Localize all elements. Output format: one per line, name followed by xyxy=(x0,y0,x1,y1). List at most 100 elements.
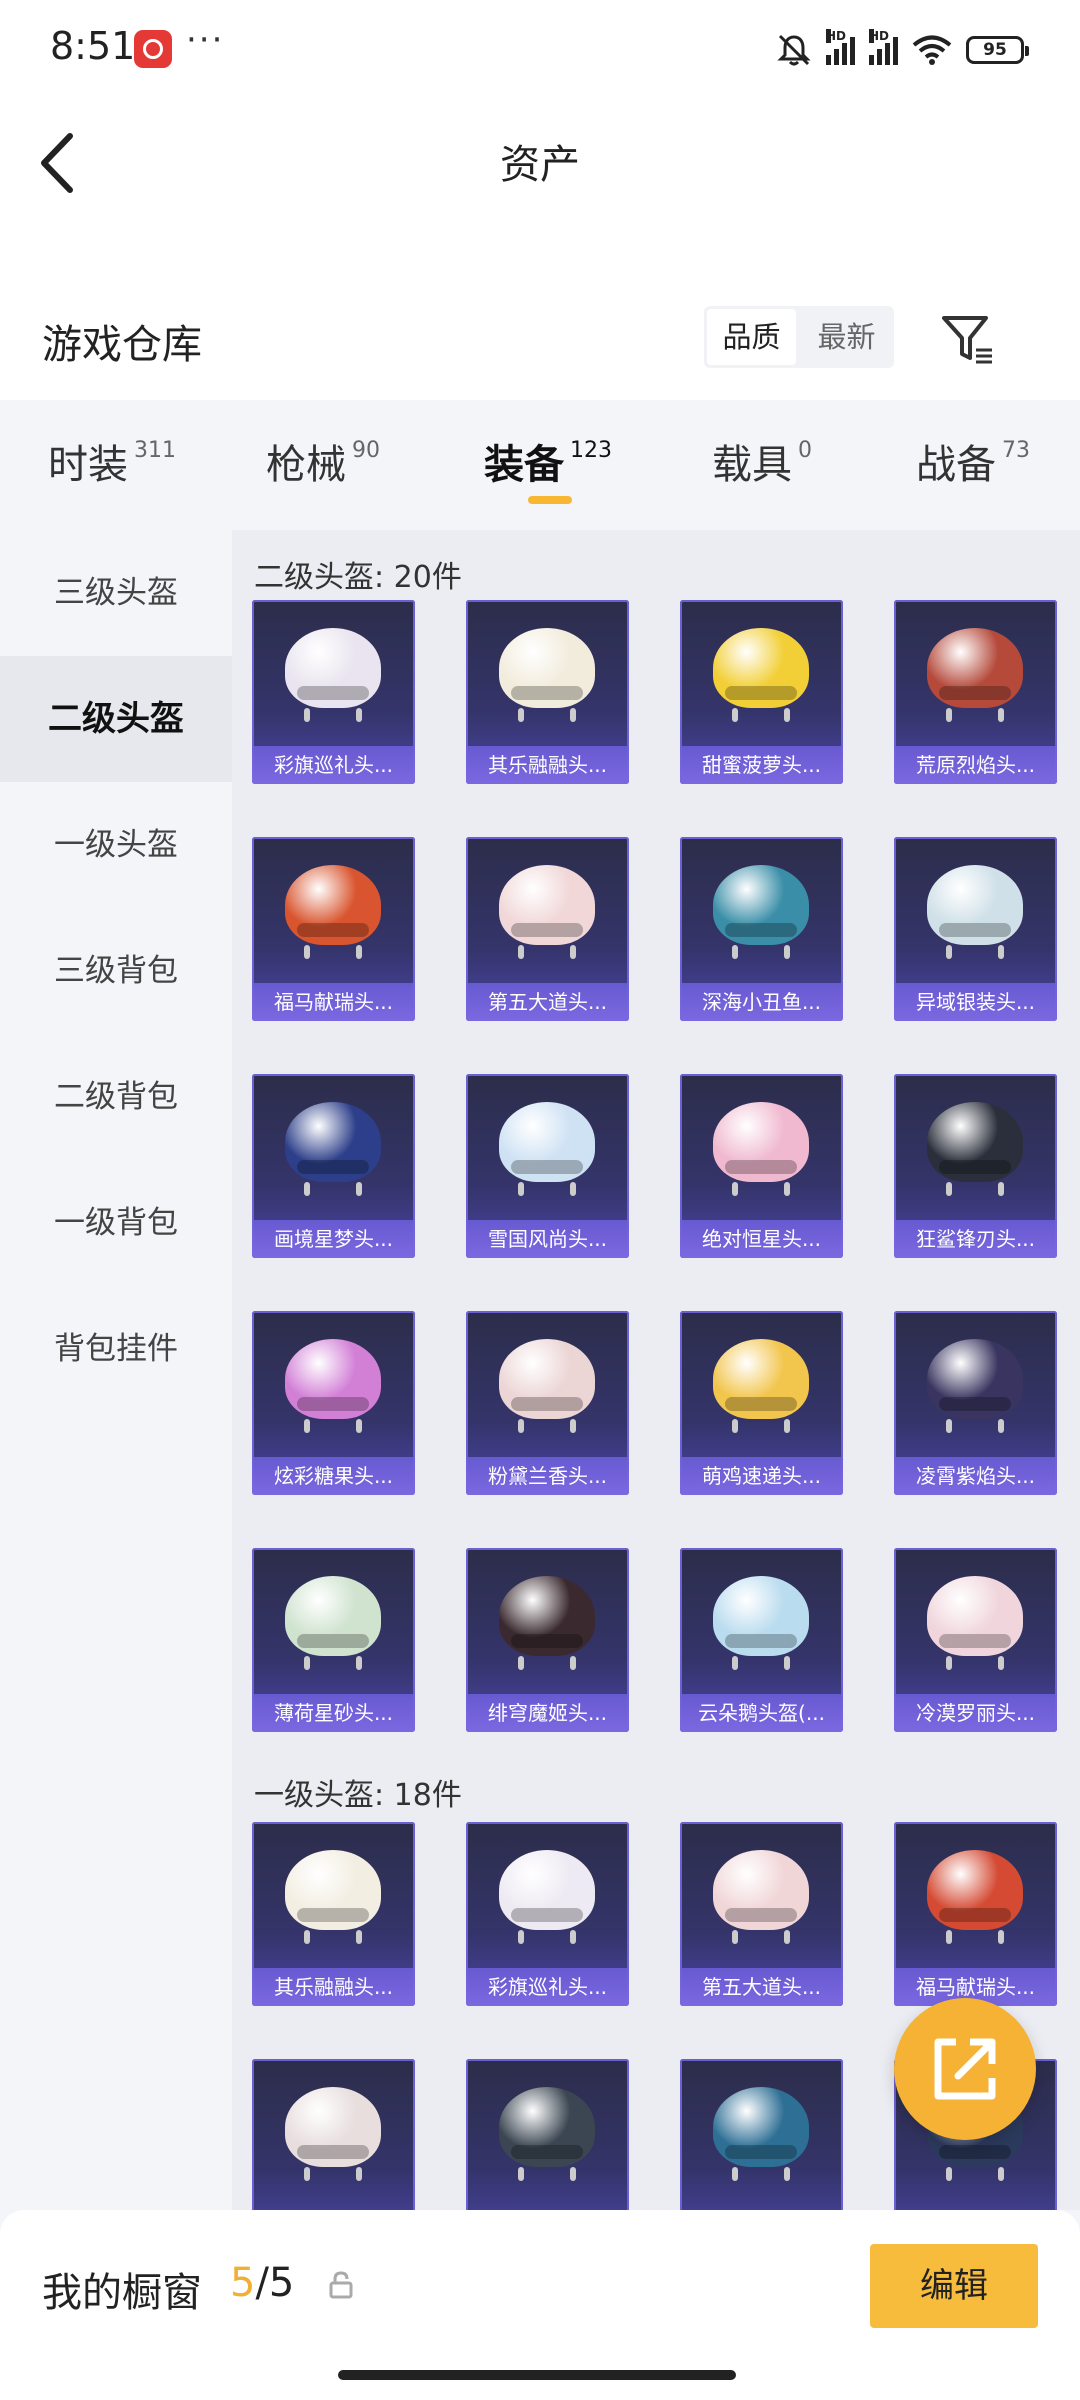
tab-firearms[interactable]: 枪械 90 xyxy=(266,432,380,490)
helmet-strap xyxy=(946,945,952,959)
helmet-strap xyxy=(998,1182,1004,1196)
helmet-visor xyxy=(297,1908,369,1922)
item-card[interactable]: 深海小丑鱼... xyxy=(680,837,843,1021)
item-card-label: 甜蜜菠萝头... xyxy=(680,746,843,784)
share-button[interactable] xyxy=(894,1998,1036,2140)
battery-icon: 95 xyxy=(966,36,1029,64)
item-card[interactable]: 其乐融融头... xyxy=(252,1822,415,2006)
helmet-strap xyxy=(304,945,310,959)
helmet-strap xyxy=(518,2167,524,2181)
helmet-strap xyxy=(356,945,362,959)
item-card[interactable]: 狂鲨锋刃头... xyxy=(894,1074,1057,1258)
tab-supplies[interactable]: 战备 73 xyxy=(916,432,1030,490)
helmet-visor xyxy=(511,923,583,937)
item-card-label: 云朵鹅头盔(... xyxy=(680,1694,843,1732)
item-card-label: 凌霄紫焰头... xyxy=(894,1457,1057,1495)
filter-button[interactable] xyxy=(938,310,998,370)
helmet-strap xyxy=(946,1656,952,1670)
helmet-strap xyxy=(518,1182,524,1196)
helmet-visor xyxy=(297,1160,369,1174)
item-card[interactable]: 第五大道头... xyxy=(680,1822,843,2006)
item-card[interactable] xyxy=(466,2059,629,2210)
item-card[interactable]: 彩旗巡礼头... xyxy=(466,1822,629,2006)
helmet-visor xyxy=(725,1908,797,1922)
helmet-strap xyxy=(304,2167,310,2181)
edit-button[interactable]: 编辑 xyxy=(870,2244,1038,2328)
lock-icon xyxy=(328,2270,354,2300)
helmet-strap xyxy=(356,2167,362,2181)
helmet-strap xyxy=(784,945,790,959)
item-card[interactable]: 绝对恒星头... xyxy=(680,1074,843,1258)
helmet-strap xyxy=(732,1182,738,1196)
helmet-strap xyxy=(946,1419,952,1433)
item-card[interactable]: 福马献瑞头... xyxy=(252,837,415,1021)
helmet-visor xyxy=(939,686,1011,700)
helmet-strap xyxy=(518,945,524,959)
sidebar-item-backpack-charm[interactable]: 背包挂件 xyxy=(0,1286,232,1412)
tab-vehicles[interactable]: 载具 0 xyxy=(712,432,812,490)
item-card[interactable]: 异域银装头... xyxy=(894,837,1057,1021)
home-indicator xyxy=(338,2370,736,2380)
helmet-strap xyxy=(304,1656,310,1670)
helmet-visor xyxy=(511,1908,583,1922)
sort-option-quality[interactable]: 品质 xyxy=(707,309,796,365)
item-card[interactable]: 萌鸡速递头... xyxy=(680,1311,843,1495)
sidebar-item-level1-helmet[interactable]: 一级头盔 xyxy=(0,782,232,908)
item-card[interactable]: 薄荷星砂头... xyxy=(252,1548,415,1732)
sidebar-item-level2-helmet[interactable]: 二级头盔 xyxy=(0,656,232,782)
wifi-icon xyxy=(912,35,952,65)
helmet-visor xyxy=(725,923,797,937)
item-card[interactable] xyxy=(680,2059,843,2210)
item-card[interactable]: 绯穹魔姬头... xyxy=(466,1548,629,1732)
item-card-label: 绝对恒星头... xyxy=(680,1220,843,1258)
helmet-visor xyxy=(511,2145,583,2159)
item-card[interactable]: 粉黛兰香头... xyxy=(466,1311,629,1495)
item-card-label: 其乐融融头... xyxy=(466,746,629,784)
item-card[interactable] xyxy=(252,2059,415,2210)
status-icons: HD HD 95 xyxy=(776,28,1029,72)
item-card[interactable]: 第五大道头... xyxy=(466,837,629,1021)
helmet-strap xyxy=(518,1656,524,1670)
item-card[interactable]: 荒原烈焰头... xyxy=(894,600,1057,784)
helmet-strap xyxy=(784,1419,790,1433)
helmet-strap xyxy=(304,1930,310,1944)
helmet-strap xyxy=(570,1930,576,1944)
helmet-strap xyxy=(356,1419,362,1433)
helmet-visor xyxy=(939,1397,1011,1411)
item-card[interactable]: 彩旗巡礼头... xyxy=(252,600,415,784)
tab-fashion[interactable]: 时装 311 xyxy=(48,432,176,490)
item-card[interactable]: 福马献瑞头... xyxy=(894,1822,1057,2006)
item-card[interactable]: 冷漠罗丽头... xyxy=(894,1548,1057,1732)
helmet-visor xyxy=(939,1908,1011,1922)
sidebar-item-level3-helmet[interactable]: 三级头盔 xyxy=(0,530,232,656)
helmet-strap xyxy=(518,1419,524,1433)
helmet-strap xyxy=(570,708,576,722)
item-card[interactable]: 凌霄紫焰头... xyxy=(894,1311,1057,1495)
helmet-strap xyxy=(784,1930,790,1944)
item-card-label: 第五大道头... xyxy=(680,1968,843,2006)
helmet-strap xyxy=(732,2167,738,2181)
helmet-visor xyxy=(297,923,369,937)
item-card[interactable]: 炫彩糖果头... xyxy=(252,1311,415,1495)
item-card[interactable]: 云朵鹅头盔(... xyxy=(680,1548,843,1732)
sort-option-newest[interactable]: 最新 xyxy=(802,309,891,365)
helmet-strap xyxy=(784,2167,790,2181)
helmet-visor xyxy=(511,686,583,700)
more-notifications-icon: ··· xyxy=(186,20,225,60)
helmet-strap xyxy=(998,1930,1004,1944)
sidebar-item-level3-backpack[interactable]: 三级背包 xyxy=(0,908,232,1034)
tab-equipment[interactable]: 装备 123 xyxy=(484,432,612,490)
item-card[interactable]: 甜蜜菠萝头... xyxy=(680,600,843,784)
sidebar-item-level2-backpack[interactable]: 二级背包 xyxy=(0,1034,232,1160)
item-card[interactable]: 雪国风尚头... xyxy=(466,1074,629,1258)
item-card[interactable]: 画境星梦头... xyxy=(252,1074,415,1258)
item-card-label: 狂鲨锋刃头... xyxy=(894,1220,1057,1258)
item-card-label: 深海小丑鱼... xyxy=(680,983,843,1021)
helmet-visor xyxy=(939,1160,1011,1174)
warehouse-title: 游戏仓库 xyxy=(42,322,202,368)
item-card[interactable]: 其乐融融头... xyxy=(466,600,629,784)
helmet-strap xyxy=(356,1656,362,1670)
item-card-label: 冷漠罗丽头... xyxy=(894,1694,1057,1732)
helmet-visor xyxy=(939,2145,1011,2159)
sidebar-item-level1-backpack[interactable]: 一级背包 xyxy=(0,1160,232,1286)
